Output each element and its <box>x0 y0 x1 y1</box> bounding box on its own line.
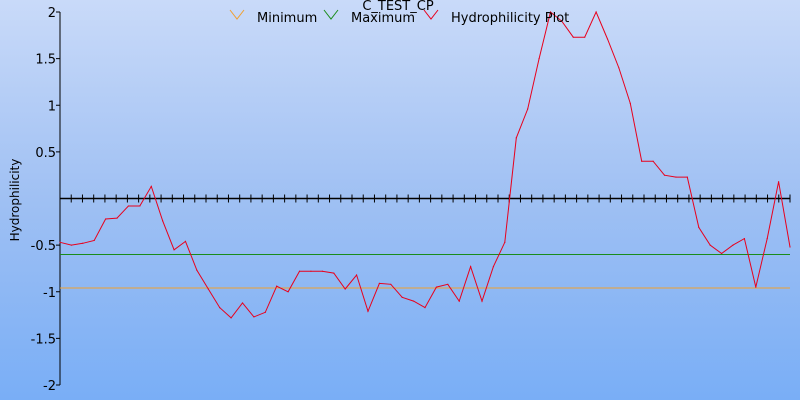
y-axis: 2 1.5 1 0.5 -0.5 -1 -1.5 -2 <box>31 6 61 394</box>
reference-lines <box>60 253 790 289</box>
data-point <box>492 265 495 268</box>
data-point <box>287 291 289 293</box>
data-point <box>139 205 141 207</box>
data-point <box>230 317 232 319</box>
data-point <box>755 286 757 288</box>
data-point <box>253 316 255 318</box>
data-point <box>401 296 403 298</box>
chart-title: C_TEST_CP <box>362 0 434 14</box>
y-tick-label: -1 <box>43 286 56 301</box>
data-point <box>709 244 711 246</box>
data-point <box>766 237 768 240</box>
legend-item-hydrophilicity-plot: Hydrophilicity Plot <box>423 9 569 26</box>
data-point <box>105 218 107 220</box>
chart-canvas: 21.510.5-0.5-1-1.5-2 Minimum Maximum Hydro… <box>8 0 791 394</box>
data-point <box>196 269 198 271</box>
data-point <box>321 270 323 272</box>
data-point <box>116 217 118 219</box>
y-axis-label: Hydrophilicity <box>8 159 22 242</box>
data-point <box>777 181 780 183</box>
data-point <box>298 270 301 272</box>
y-tick-label: 2 <box>48 6 56 21</box>
data-point <box>344 288 346 290</box>
data-point <box>675 176 677 178</box>
data-point <box>538 58 540 60</box>
data-point <box>732 244 734 246</box>
data-point <box>652 160 654 162</box>
data-point <box>127 205 130 207</box>
data-point <box>606 38 609 40</box>
data-point <box>264 311 266 313</box>
data-point <box>698 226 700 229</box>
series-lines <box>59 10 791 319</box>
data-point <box>310 270 312 272</box>
data-point <box>458 300 460 302</box>
zero-axis <box>59 194 791 203</box>
data-point <box>447 283 449 285</box>
legend-item-minimum: Minimum <box>229 9 317 26</box>
data-point <box>219 307 221 309</box>
data-point <box>789 246 791 248</box>
legend-label: Hydrophilicity Plot <box>451 11 569 26</box>
y-tick-label: -0.5 <box>31 239 56 254</box>
legend-swatch <box>229 9 245 20</box>
data-point <box>333 272 335 274</box>
legend-swatch <box>323 9 339 20</box>
hydrophilicity-plot-line <box>59 10 791 319</box>
data-point <box>355 274 358 276</box>
data-point <box>390 283 392 285</box>
y-tick-label: 0.5 <box>35 146 56 161</box>
data-point <box>470 265 472 268</box>
data-point <box>93 239 95 242</box>
data-point <box>424 307 426 309</box>
data-point <box>207 288 209 290</box>
data-point <box>504 241 506 243</box>
data-point <box>595 11 597 13</box>
data-point <box>584 36 586 38</box>
data-point <box>641 160 643 162</box>
data-point <box>720 252 723 255</box>
data-point <box>572 36 574 38</box>
legend-label: Minimum <box>257 11 317 26</box>
data-point <box>743 237 745 240</box>
data-point <box>527 108 529 110</box>
data-point <box>162 220 164 222</box>
data-point <box>435 286 438 288</box>
data-point <box>378 282 380 284</box>
hydrophilicity-chart: 2 1.5 1 0.5 -0.5 -1 -1.5 -2 Minimum Maximum Hydro… <box>0 0 800 400</box>
data-point <box>515 137 517 139</box>
data-point <box>173 249 175 251</box>
data-point <box>82 242 84 244</box>
data-point <box>70 244 73 246</box>
data-point <box>184 240 187 242</box>
data-point <box>241 302 244 304</box>
data-point <box>367 310 369 312</box>
data-point <box>150 185 152 187</box>
data-point <box>663 174 666 176</box>
y-tick-label: 1.5 <box>35 53 56 68</box>
data-point <box>412 300 415 302</box>
y-tick-label: -1.5 <box>31 332 56 347</box>
data-point <box>481 300 483 302</box>
data-point <box>59 241 61 243</box>
y-tick-label: -2 <box>43 379 56 394</box>
y-tick-label: 1 <box>48 99 56 114</box>
data-point <box>629 102 631 104</box>
data-point <box>686 176 688 178</box>
data-point <box>276 285 278 287</box>
data-point <box>618 67 620 69</box>
